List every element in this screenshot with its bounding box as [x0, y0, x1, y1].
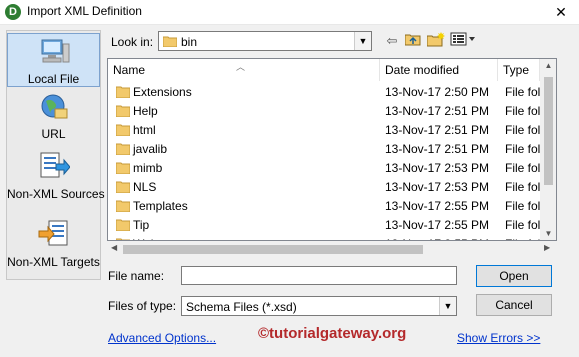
open-button[interactable]: Open	[476, 265, 552, 287]
new-folder-icon	[426, 32, 445, 47]
advanced-options-link[interactable]: Advanced Options...	[108, 331, 216, 345]
watermark: ©tutorialgateway.org	[258, 325, 407, 342]
scroll-down-icon[interactable]: ▼	[540, 229, 556, 238]
scroll-right-icon[interactable]: ▶	[544, 243, 550, 252]
file-name-label: File name:	[108, 269, 165, 283]
file-name: Help	[133, 104, 158, 118]
file-date: 13-Nov-17 2:50 PM	[385, 85, 490, 99]
file-name-input[interactable]	[181, 266, 457, 285]
folder-icon	[162, 35, 178, 50]
source-document-icon	[7, 151, 100, 184]
view-menu-button[interactable]	[450, 32, 476, 50]
lookin-dropdown[interactable]: bin ▼	[158, 31, 372, 51]
file-row[interactable]: Extensions 13-Nov-17 2:50 PM File fold	[108, 83, 547, 102]
file-row[interactable]: Help 13-Nov-17 2:51 PM File fold	[108, 102, 547, 121]
file-date: 13-Nov-17 2:51 PM	[385, 142, 490, 156]
place-label: Non-XML Targets	[7, 255, 100, 269]
column-header-name[interactable]: ︿ Name	[108, 59, 380, 81]
file-type-dropdown[interactable]: Schema Files (*.xsd) ▼	[181, 296, 457, 316]
back-button[interactable]: ⇦	[384, 32, 400, 50]
places-bar: Local File URL Non-XML Sources Non-XML T…	[6, 30, 105, 280]
vertical-scrollbar[interactable]: ▲ ▼	[540, 59, 556, 240]
file-date: 13-Nov-17 2:53 PM	[385, 161, 490, 175]
target-document-icon	[7, 219, 100, 252]
scroll-thumb[interactable]	[123, 245, 423, 254]
file-name: NLS	[133, 180, 157, 194]
file-name: Templates	[133, 199, 188, 213]
chevron-down-icon[interactable]: ▼	[354, 32, 371, 50]
file-row[interactable]: html 13-Nov-17 2:51 PM File fold	[108, 121, 547, 140]
file-rows: Extensions 13-Nov-17 2:50 PM File fold Help…	[108, 83, 547, 240]
new-folder-button[interactable]	[426, 32, 446, 50]
scroll-thumb[interactable]	[544, 77, 553, 185]
file-row[interactable]: Tip 13-Nov-17 2:55 PM File fold	[108, 216, 547, 235]
file-name: mimb	[133, 161, 163, 175]
column-label: Type	[503, 63, 530, 77]
column-header-date[interactable]: Date modified	[380, 59, 498, 81]
place-url[interactable]: URL	[7, 93, 100, 143]
view-menu-icon	[450, 32, 475, 46]
place-label: Local File	[27, 72, 80, 86]
place-non-xml-targets[interactable]: Non-XML Targets	[7, 219, 100, 273]
title-bar: D Import XML Definition ✕	[0, 0, 579, 25]
file-date: 13-Nov-17 2:55 PM	[385, 218, 490, 232]
horizontal-scrollbar[interactable]: ◀ ▶	[107, 241, 557, 258]
sort-ascending-icon: ︿	[236, 62, 246, 72]
lookin-value: bin	[181, 35, 198, 49]
computer-icon	[8, 38, 99, 69]
column-label: Name	[113, 63, 146, 77]
place-local-file[interactable]: Local File	[7, 33, 100, 87]
up-folder-button[interactable]	[404, 32, 422, 50]
file-date: 13-Nov-17 2:55 PM	[385, 199, 490, 213]
column-header-type[interactable]: Type	[498, 59, 540, 81]
globe-icon	[7, 93, 100, 124]
file-date: 13-Nov-17 2:51 PM	[385, 123, 490, 137]
file-date: 13-Nov-17 2:53 PM	[385, 180, 490, 194]
app-logo-icon: D	[5, 4, 21, 20]
window-title: Import XML Definition	[27, 4, 142, 18]
file-name: Extensions	[133, 85, 192, 99]
file-type-value: Schema Files (*.xsd)	[186, 300, 297, 314]
place-non-xml-sources[interactable]: Non-XML Sources	[7, 151, 105, 205]
file-date: 13-Nov-17 2:51 PM	[385, 104, 490, 118]
close-button[interactable]: ✕	[549, 2, 573, 22]
scroll-left-icon[interactable]: ◀	[111, 243, 117, 252]
file-row[interactable]: Templates 13-Nov-17 2:55 PM File fold	[108, 197, 547, 216]
up-folder-icon	[404, 34, 421, 46]
file-row[interactable]: NLS 13-Nov-17 2:53 PM File fold	[108, 178, 547, 197]
file-type-label: Files of type:	[108, 299, 177, 313]
file-name: html	[133, 123, 156, 137]
file-name: Tip	[133, 218, 150, 232]
column-label: Date modified	[385, 63, 460, 77]
file-name: javalib	[133, 142, 168, 156]
file-row[interactable]: javalib 13-Nov-17 2:51 PM File fold	[108, 140, 547, 159]
place-label: Non-XML Sources	[7, 187, 105, 201]
chevron-down-icon[interactable]: ▼	[439, 297, 456, 315]
file-row[interactable]: mimb 13-Nov-17 2:53 PM File fold	[108, 159, 547, 178]
lookin-label: Look in:	[111, 35, 154, 49]
show-errors-link[interactable]: Show Errors >>	[457, 331, 540, 345]
file-list[interactable]: ︿ Name Date modified Type Extensions 13-N…	[107, 58, 557, 241]
scroll-up-icon[interactable]: ▲	[540, 61, 556, 70]
place-label: URL	[41, 127, 66, 141]
cancel-button[interactable]: Cancel	[476, 294, 552, 316]
